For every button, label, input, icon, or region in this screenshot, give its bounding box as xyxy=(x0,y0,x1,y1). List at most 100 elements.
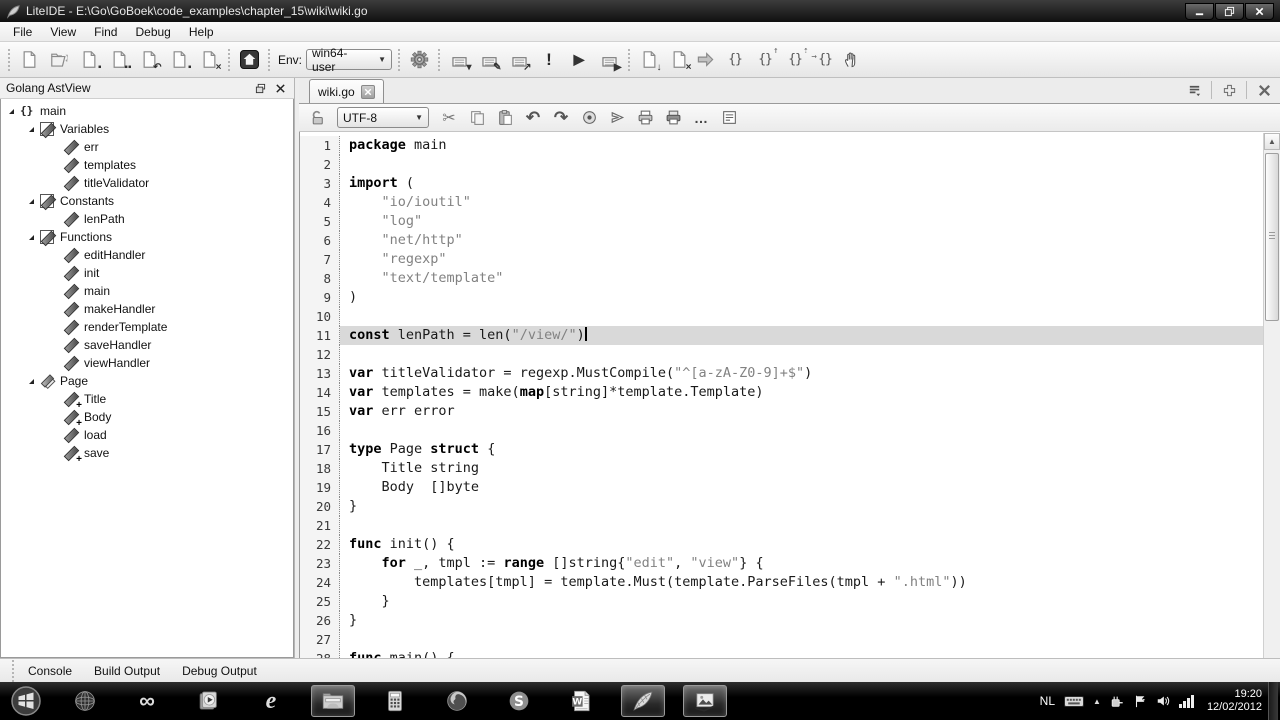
start-button[interactable] xyxy=(6,685,46,717)
code-line-22[interactable]: 22func init() { xyxy=(300,535,1280,554)
close-editor-icon[interactable] xyxy=(1252,80,1276,100)
code-line-21[interactable]: 21 xyxy=(300,516,1280,535)
env-select[interactable]: win64-user ▼ xyxy=(306,49,392,70)
lock-icon[interactable] xyxy=(305,106,329,129)
rebuild-icon[interactable]: ✎ xyxy=(476,47,502,73)
tree-item-err[interactable]: err xyxy=(1,138,293,156)
toolbar-handle[interactable] xyxy=(228,49,230,71)
redo-icon[interactable]: ↷ xyxy=(549,106,573,129)
paste-icon[interactable] xyxy=(493,106,517,129)
tree-item-lenPath[interactable]: lenPath xyxy=(1,210,293,228)
options-gear-icon[interactable] xyxy=(406,47,432,73)
encoding-select[interactable]: UTF-8 ▼ xyxy=(337,107,429,128)
code-line-13[interactable]: 13var titleValidator = regexp.MustCompil… xyxy=(300,364,1280,383)
taskbar-app-windows-explorer[interactable] xyxy=(311,685,355,717)
open-folder-icon[interactable] xyxy=(46,47,72,73)
show-desktop-button[interactable] xyxy=(1268,682,1278,720)
import-doc-icon[interactable]: ↓ xyxy=(636,47,662,73)
menu-file[interactable]: File xyxy=(4,23,41,41)
code-line-16[interactable]: 16 xyxy=(300,421,1280,440)
tree-item-main[interactable]: main xyxy=(1,282,293,300)
code-line-8[interactable]: 8 "text/template" xyxy=(300,269,1280,288)
code-line-10[interactable]: 10 xyxy=(300,307,1280,326)
saveas-file-icon[interactable]: ▪ xyxy=(166,47,192,73)
code-line-18[interactable]: 18 Title string xyxy=(300,459,1280,478)
power-icon[interactable] xyxy=(1110,694,1124,708)
taskbar-app-firefox[interactable] xyxy=(435,685,479,717)
pan-hand-icon[interactable] xyxy=(838,47,864,73)
code-line-20[interactable]: 20} xyxy=(300,497,1280,516)
code-line-12[interactable]: 12 xyxy=(300,345,1280,364)
output-tab-console[interactable]: Console xyxy=(20,662,80,680)
save-all-icon[interactable]: ▪▪ xyxy=(106,47,132,73)
tree-item-makeHandler[interactable]: makeHandler xyxy=(1,300,293,318)
export-icon[interactable] xyxy=(605,106,629,129)
install-icon[interactable]: ↗ xyxy=(506,47,532,73)
tree-item-Variables[interactable]: Variables xyxy=(1,120,293,138)
close-tab-icon[interactable] xyxy=(361,85,375,99)
tree-item-load[interactable]: load xyxy=(1,426,293,444)
undo-icon[interactable]: ↶ xyxy=(521,106,545,129)
print-preview-icon[interactable] xyxy=(661,106,685,129)
show-hidden-icon[interactable]: ▲ xyxy=(1093,697,1101,706)
tree-item-Page[interactable]: Page xyxy=(1,372,293,390)
expand-arrow-icon[interactable] xyxy=(29,127,34,132)
expand-arrow-icon[interactable] xyxy=(9,109,14,114)
code-line-28[interactable]: 28func main() { xyxy=(300,649,1280,658)
tree-item-editHandler[interactable]: editHandler xyxy=(1,246,293,264)
code-line-27[interactable]: 27 xyxy=(300,630,1280,649)
scroll-up-icon[interactable]: ▲ xyxy=(1264,133,1280,150)
tab-wiki-go[interactable]: wiki.go xyxy=(309,79,384,103)
jump-out-icon[interactable] xyxy=(692,47,718,73)
taskbar-app-image-viewer[interactable] xyxy=(683,685,727,717)
code-line-17[interactable]: 17type Page struct { xyxy=(300,440,1280,459)
menu-view[interactable]: View xyxy=(41,23,85,41)
vertical-scrollbar[interactable]: ▲ xyxy=(1263,133,1280,658)
code-line-19[interactable]: 19 Body []byte xyxy=(300,478,1280,497)
tree-item-Title[interactable]: Title xyxy=(1,390,293,408)
taskbar-app-calculator[interactable] xyxy=(373,685,417,717)
language-indicator[interactable]: NL xyxy=(1040,694,1055,708)
code-line-1[interactable]: 1package main xyxy=(300,136,1280,155)
taskbar-app-internet-explorer[interactable]: e xyxy=(249,685,293,717)
code-line-7[interactable]: 7 "regexp" xyxy=(300,250,1280,269)
tree-item-Functions[interactable]: Functions xyxy=(1,228,293,246)
keyboard-icon[interactable] xyxy=(1064,694,1084,708)
goto-brace-icon[interactable]: {}→ xyxy=(812,47,838,73)
unfold-braces-icon[interactable]: {}↑ xyxy=(752,47,778,73)
toolbar-handle[interactable] xyxy=(8,49,10,71)
run-icon[interactable]: ▶ xyxy=(566,47,592,73)
expand-arrow-icon[interactable] xyxy=(29,235,34,240)
code-view[interactable]: 1package main23import (4 "io/ioutil"5 "l… xyxy=(299,132,1280,658)
clear-doc-icon[interactable]: × xyxy=(666,47,692,73)
output-tab-debug-output[interactable]: Debug Output xyxy=(174,662,265,680)
minimize-icon[interactable] xyxy=(1185,3,1214,20)
word-wrap-icon[interactable] xyxy=(717,106,741,129)
new-file-icon[interactable] xyxy=(16,47,42,73)
tree-item-saveHandler[interactable]: saveHandler xyxy=(1,336,293,354)
code-line-15[interactable]: 15var err error xyxy=(300,402,1280,421)
taskbar-app-skype[interactable]: S xyxy=(497,685,541,717)
code-line-4[interactable]: 4 "io/ioutil" xyxy=(300,193,1280,212)
close-panel-icon[interactable] xyxy=(272,81,288,95)
fold-all-icon[interactable]: {}⇡ xyxy=(782,47,808,73)
code-line-11[interactable]: 11const lenPath = len("/view/") xyxy=(300,326,1280,345)
home-icon[interactable] xyxy=(236,47,262,73)
code-line-26[interactable]: 26} xyxy=(300,611,1280,630)
code-line-24[interactable]: 24 templates[tmpl] = template.Must(templ… xyxy=(300,573,1280,592)
toolbar-handle[interactable] xyxy=(268,49,270,71)
network-signal-icon[interactable] xyxy=(1179,695,1194,708)
taskbar-app-visual-studio[interactable]: ∞ xyxy=(125,685,169,717)
tree-item-templates[interactable]: templates xyxy=(1,156,293,174)
tree-item-Constants[interactable]: Constants xyxy=(1,192,293,210)
taskbar-app-word[interactable]: W xyxy=(559,685,603,717)
tab-list-icon[interactable] xyxy=(1182,80,1206,100)
menu-find[interactable]: Find xyxy=(85,23,126,41)
toolbar-handle[interactable] xyxy=(438,49,440,71)
more-icon[interactable]: … xyxy=(689,106,713,129)
float-panel-icon[interactable] xyxy=(252,81,268,95)
code-line-23[interactable]: 23 for _, tmpl := range []string{"edit",… xyxy=(300,554,1280,573)
tree-item-main[interactable]: main xyxy=(1,102,293,120)
menu-debug[interactable]: Debug xyxy=(126,23,179,41)
save-file-icon[interactable]: ▪ xyxy=(76,47,102,73)
